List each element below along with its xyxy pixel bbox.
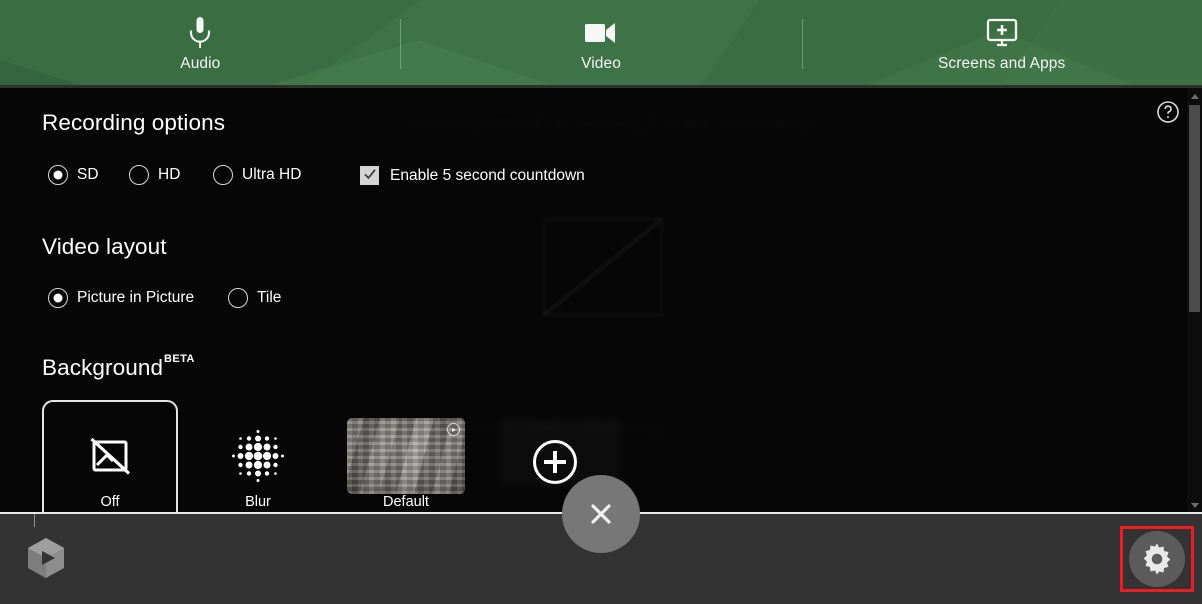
background-option-default[interactable]: Default [338, 402, 474, 510]
settings-panel: Select camera to create a video recordin… [0, 88, 1202, 513]
settings-gear-button[interactable] [1129, 531, 1185, 587]
scrollbar-thumb[interactable] [1189, 105, 1200, 312]
tab-divider-1 [400, 19, 401, 69]
video-camera-icon [584, 16, 618, 50]
microphone-icon [187, 16, 213, 50]
settings-highlight-box [1120, 526, 1194, 592]
checkbox-icon-countdown [360, 166, 379, 185]
tab-screens-and-apps-label: Screens and Apps [937, 55, 1066, 73]
radio-label-tile: Tile [257, 289, 282, 306]
radio-label-sd: SD [77, 166, 99, 183]
radio-option-ultra-hd[interactable]: Ultra HD [213, 165, 301, 185]
video-layout-title: Video layout [42, 234, 167, 259]
recording-options-title: Recording options [42, 110, 226, 135]
no-image-icon [90, 437, 131, 475]
radio-icon-sd [48, 165, 68, 185]
background-option-blur[interactable]: Blur [190, 402, 326, 510]
background-default-thumb [338, 402, 474, 510]
scroll-down-arrow-icon[interactable] [1187, 497, 1202, 513]
background-off-thumb [42, 402, 178, 510]
tab-audio[interactable]: Audio [0, 0, 401, 88]
close-panel-button[interactable] [562, 475, 640, 553]
background-options-row: Off Blur Default [42, 400, 474, 513]
tab-divider-2 [802, 19, 803, 69]
monitor-plus-icon [986, 16, 1018, 50]
background-blur-thumb [190, 402, 326, 510]
gear-icon [1143, 543, 1171, 575]
question-mark-circle-icon[interactable] [1156, 100, 1180, 124]
tab-screens-and-apps[interactable]: Screens and Apps [801, 0, 1202, 88]
radio-icon-picture-in-picture [48, 288, 68, 308]
radio-label-hd: HD [158, 166, 181, 183]
close-x-icon [591, 504, 611, 524]
tab-video-label: Video [581, 55, 621, 73]
capture-source-tabbar: Audio Video Screens and Apps [0, 0, 1202, 88]
radio-option-sd[interactable]: SD [48, 165, 129, 185]
radio-option-tile[interactable]: Tile [228, 288, 281, 308]
checkbox-label-countdown: Enable 5 second countdown [390, 166, 585, 184]
thumbnail-play-badge-icon [447, 423, 460, 436]
logo-stem [34, 513, 35, 527]
radio-label-picture-in-picture: Picture in Picture [77, 289, 195, 306]
image-thumbnail [347, 418, 465, 494]
check-mark-icon [364, 169, 376, 180]
tab-video[interactable]: Video [401, 0, 802, 88]
panel-scrollbar[interactable] [1187, 88, 1202, 513]
recording-settings-screen: Audio Video Screens and Apps Select came… [0, 0, 1202, 604]
background-ghost-text-top: Select camera to create a video recordin… [405, 114, 815, 135]
background-ghost-shape-slash [543, 218, 663, 316]
radio-icon-ultra-hd [213, 165, 233, 185]
video-layout-group: Picture in Picture Tile [48, 288, 281, 308]
background-option-off[interactable]: Off [42, 400, 178, 513]
add-background-button[interactable] [533, 440, 577, 484]
background-title: Background [42, 355, 164, 380]
radio-option-hd[interactable]: HD [129, 165, 213, 185]
topbar-baseline [0, 85, 1202, 88]
recording-quality-group: SD HD Ultra HD [48, 165, 301, 185]
tab-audio-label: Audio [180, 55, 221, 73]
countdown-setting: Enable 5 second countdown [360, 166, 585, 185]
background-beta-badge: BETA [164, 353, 195, 365]
radio-icon-hd [129, 165, 149, 185]
scroll-up-arrow-icon[interactable] [1187, 88, 1202, 104]
blur-dots-icon [232, 430, 284, 482]
radio-option-picture-in-picture[interactable]: Picture in Picture [48, 288, 228, 308]
stream-play-logo[interactable] [22, 534, 70, 582]
radio-label-ultra-hd: Ultra HD [242, 166, 302, 183]
radio-icon-tile [228, 288, 248, 308]
checkbox-enable-countdown[interactable]: Enable 5 second countdown [360, 166, 585, 185]
